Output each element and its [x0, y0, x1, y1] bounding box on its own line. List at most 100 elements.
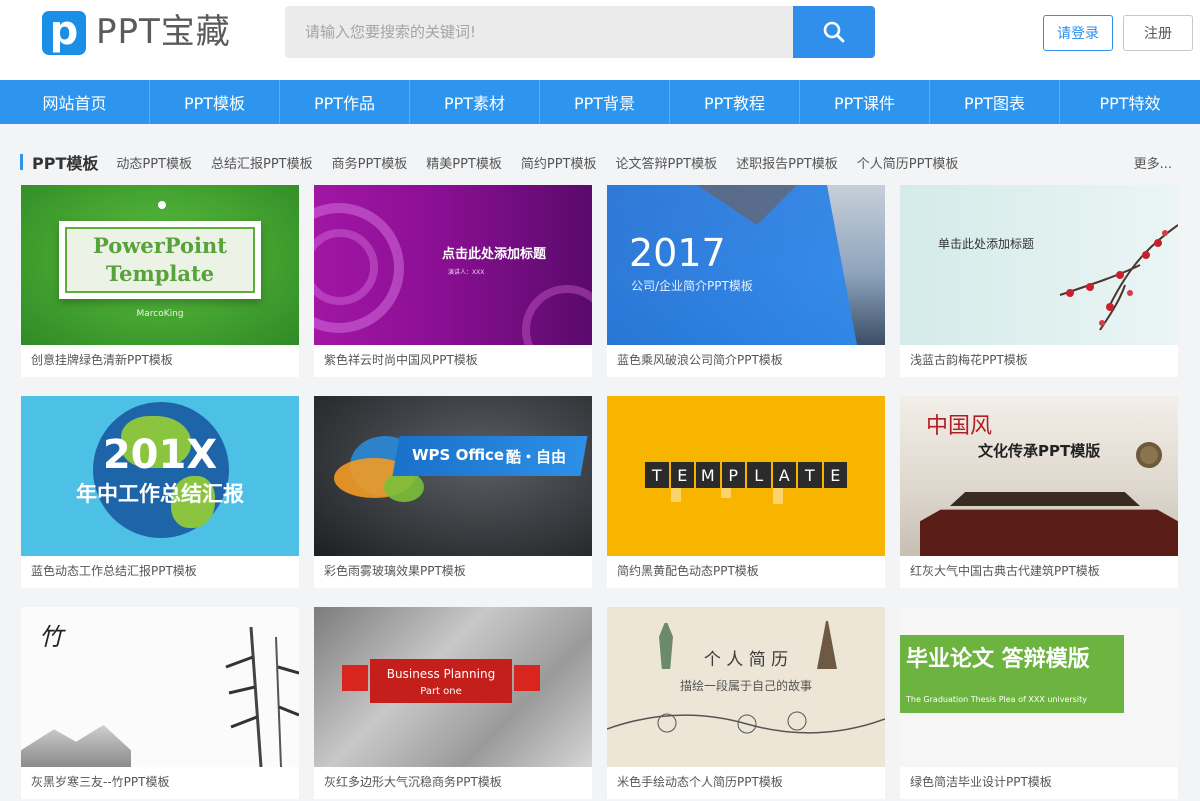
- template-card[interactable]: 单击此处添加标题 浅蓝古韵梅花PPT模板: [900, 185, 1178, 377]
- card-caption[interactable]: 简约黑黄配色动态PPT模板: [617, 562, 759, 579]
- thumb-author: MarcoKing: [136, 309, 184, 319]
- card-caption[interactable]: 彩色雨雾玻璃效果PPT模板: [324, 562, 466, 579]
- bamboo-icon: [225, 627, 299, 767]
- search-button[interactable]: [793, 6, 875, 58]
- template-card[interactable]: 点击此处添加标题 演讲人：XXX 紫色祥云时尚中国风PPT模板: [314, 185, 592, 377]
- thumb-subtitle: 公司/企业简介PPT模板: [631, 279, 753, 293]
- nav-item-ppt-charts[interactable]: PPT图表: [930, 80, 1060, 124]
- mountain-ink: [21, 725, 131, 767]
- subcategory-link[interactable]: 论文答辩PPT模板: [616, 153, 718, 172]
- search-icon: [823, 21, 845, 43]
- template-thumbnail[interactable]: 毕业论文 答辩模版 The Graduation Thesis Plea of …: [900, 607, 1178, 767]
- header: p PPT宝藏 请登录 注册: [0, 0, 1200, 80]
- subcategory-link[interactable]: 商务PPT模板: [332, 153, 408, 172]
- tile-shadow: [721, 488, 731, 498]
- subcategory-link[interactable]: 简约PPT模板: [521, 153, 597, 172]
- template-card[interactable]: PowerPoint Template MarcoKing 创意挂牌绿色清新PP…: [21, 185, 299, 377]
- red-ribbon-right: [514, 665, 540, 691]
- paint-green: [384, 472, 424, 502]
- card-caption[interactable]: 绿色简洁毕业设计PPT模板: [910, 773, 1052, 790]
- template-thumbnail[interactable]: 竹: [21, 607, 299, 767]
- thumb-subtitle: Template: [105, 261, 215, 286]
- template-thumbnail[interactable]: PowerPoint Template MarcoKing: [21, 185, 299, 345]
- search-input[interactable]: [285, 6, 793, 58]
- template-card[interactable]: Business Planning Part one 灰红多边形大气沉稳商务PP…: [314, 607, 592, 799]
- thumb-subtitle: 描绘一段属于自己的故事: [679, 679, 812, 693]
- tile-shadow: [773, 488, 783, 504]
- nav-item-ppt-courseware[interactable]: PPT课件: [800, 80, 930, 124]
- thumb-subtitle: Part one: [420, 686, 462, 697]
- site-logo-icon[interactable]: p: [42, 11, 86, 55]
- nav-item-ppt-templates[interactable]: PPT模板: [150, 80, 280, 124]
- nav-item-ppt-materials[interactable]: PPT素材: [410, 80, 540, 124]
- main-nav: 网站首页 PPT模板 PPT作品 PPT素材 PPT背景 PPT教程 PPT课件…: [0, 80, 1200, 124]
- thumb-title: 竹: [39, 623, 63, 651]
- template-card[interactable]: 毕业论文 答辩模版 The Graduation Thesis Plea of …: [900, 607, 1178, 799]
- template-card[interactable]: T E M P L A T E 简约黑黄配色动态PPT模板: [607, 396, 885, 588]
- thumb-title: 2017: [629, 231, 726, 275]
- cloud-pattern-icon: [522, 285, 592, 345]
- thumb-title: 个 人 简 历: [703, 650, 789, 670]
- card-caption[interactable]: 创意挂牌绿色清新PPT模板: [31, 351, 173, 368]
- letter-tile: A: [772, 462, 796, 488]
- template-thumbnail[interactable]: 201X 年中工作总结汇报: [21, 396, 299, 556]
- plum-blossom-icon: [1059, 224, 1178, 331]
- template-thumbnail[interactable]: Business Planning Part one: [314, 607, 592, 767]
- letter-tile: L: [747, 462, 771, 488]
- palace-building: [920, 509, 1178, 556]
- section-header: PPT模板 动态PPT模板 总结汇报PPT模板 商务PPT模板 精美PPT模板 …: [20, 148, 1180, 176]
- pin-icon: [158, 201, 166, 209]
- template-card[interactable]: 竹 灰黑岁寒三友--竹PPT模板: [21, 607, 299, 799]
- thumb-title: 中国风: [926, 414, 993, 439]
- card-caption[interactable]: 灰红多边形大气沉稳商务PPT模板: [324, 773, 502, 790]
- card-caption[interactable]: 蓝色乘风破浪公司简介PPT模板: [617, 351, 783, 368]
- template-card[interactable]: 中国风 文化传承PPT模版 红灰大气中国古典古代建筑PPT模板: [900, 396, 1178, 588]
- thumb-subtitle: The Graduation Thesis Plea of XXX univer…: [906, 695, 1087, 704]
- thumb-subtitle: 酷・自由: [506, 448, 567, 466]
- register-button[interactable]: 注册: [1123, 15, 1193, 51]
- template-thumbnail[interactable]: 单击此处添加标题: [900, 185, 1178, 345]
- nav-item-home[interactable]: 网站首页: [0, 80, 150, 124]
- login-button[interactable]: 请登录: [1043, 15, 1113, 51]
- subcategory-link[interactable]: 动态PPT模板: [116, 153, 192, 172]
- red-ribbon-left: [342, 665, 368, 691]
- letter-tile: E: [823, 462, 847, 488]
- card-caption[interactable]: 灰黑岁寒三友--竹PPT模板: [31, 773, 169, 790]
- template-thumbnail[interactable]: 个 人 简 历 描绘一段属于自己的故事: [607, 607, 885, 767]
- template-thumbnail[interactable]: 2017 公司/企业简介PPT模板: [607, 185, 885, 345]
- template-thumbnail[interactable]: WPS Office 酷・自由: [314, 396, 592, 556]
- template-card[interactable]: 个 人 简 历 描绘一段属于自己的故事 米色手绘动态个人简历PPT模板: [607, 607, 885, 799]
- subcategory-link[interactable]: 精美PPT模板: [426, 153, 502, 172]
- card-caption[interactable]: 蓝色动态工作总结汇报PPT模板: [31, 562, 197, 579]
- subcategory-link[interactable]: 总结汇报PPT模板: [211, 153, 313, 172]
- subcategory-link[interactable]: 述职报告PPT模板: [736, 153, 838, 172]
- tile-shadow: [671, 488, 681, 502]
- nav-item-ppt-backgrounds[interactable]: PPT背景: [540, 80, 670, 124]
- template-card[interactable]: WPS Office 酷・自由 彩色雨雾玻璃效果PPT模板: [314, 396, 592, 588]
- template-thumbnail[interactable]: 点击此处添加标题 演讲人：XXX: [314, 185, 592, 345]
- thumb-title: PowerPoint: [93, 233, 227, 258]
- nav-item-ppt-tutorials[interactable]: PPT教程: [670, 80, 800, 124]
- card-caption[interactable]: 米色手绘动态个人简历PPT模板: [617, 773, 783, 790]
- door-knocker-icon: [1136, 442, 1162, 468]
- logo-letter: p: [49, 8, 79, 54]
- template-thumbnail[interactable]: 中国风 文化传承PPT模版: [900, 396, 1178, 556]
- thumb-title: Business Planning: [386, 667, 496, 681]
- site-name[interactable]: PPT宝藏: [96, 10, 231, 54]
- template-card[interactable]: 201X 年中工作总结汇报 蓝色动态工作总结汇报PPT模板: [21, 396, 299, 588]
- card-caption[interactable]: 浅蓝古韵梅花PPT模板: [910, 351, 1028, 368]
- card-caption[interactable]: 红灰大气中国古典古代建筑PPT模板: [910, 562, 1100, 579]
- nav-item-ppt-works[interactable]: PPT作品: [280, 80, 410, 124]
- thumb-title: 毕业论文 答辩模版: [906, 647, 1090, 672]
- card-caption[interactable]: 紫色祥云时尚中国风PPT模板: [324, 351, 478, 368]
- section-accent-bar: [20, 154, 23, 170]
- section-title[interactable]: PPT模板: [32, 150, 98, 174]
- letter-tile: T: [798, 462, 822, 488]
- more-link[interactable]: 更多...: [1134, 153, 1172, 172]
- template-thumbnail[interactable]: T E M P L A T E: [607, 396, 885, 556]
- thumb-title: 单击此处添加标题: [938, 237, 1035, 251]
- nav-item-ppt-effects[interactable]: PPT特效: [1060, 80, 1200, 124]
- template-card[interactable]: 2017 公司/企业简介PPT模板 蓝色乘风破浪公司简介PPT模板: [607, 185, 885, 377]
- letter-tile: E: [670, 462, 694, 488]
- subcategory-link[interactable]: 个人简历PPT模板: [857, 153, 959, 172]
